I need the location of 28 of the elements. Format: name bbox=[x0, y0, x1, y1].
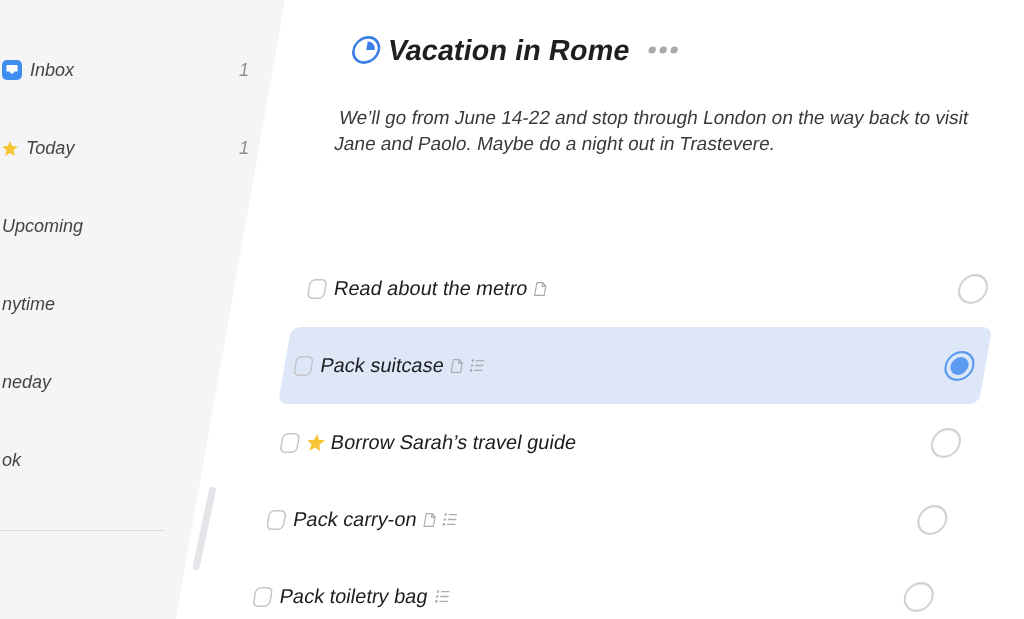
sidebar-item[interactable]: neday bbox=[2, 371, 52, 393]
select-circle[interactable] bbox=[928, 427, 964, 458]
project-title: Vacation in Rome bbox=[385, 33, 633, 67]
task-title: Pack suitcase bbox=[318, 354, 446, 377]
item-count: 1 bbox=[239, 59, 249, 81]
more-icon[interactable] bbox=[647, 46, 679, 54]
sidebar-item[interactable]: nytime bbox=[2, 293, 55, 315]
star-icon bbox=[2, 140, 18, 156]
task-title: Borrow Sarah’s travel guide bbox=[328, 431, 579, 454]
checkbox[interactable] bbox=[252, 586, 274, 607]
checkbox[interactable] bbox=[279, 432, 301, 453]
checkbox[interactable] bbox=[265, 509, 288, 530]
sidebar-item[interactable]: ok bbox=[2, 449, 21, 471]
item-count: 1 bbox=[239, 137, 249, 159]
sidebar-item[interactable]: Today bbox=[2, 137, 75, 159]
project-notes: We’ll go from June 14-22 and stop through London on the way back to visit Jane and Paolo. Maybe do a night out in Trastevere. bbox=[332, 106, 972, 156]
select-circle[interactable] bbox=[955, 273, 991, 304]
sidebar-item[interactable]: Inbox bbox=[2, 59, 75, 81]
checkbox[interactable] bbox=[306, 278, 328, 299]
scroll-thumb[interactable] bbox=[192, 487, 216, 570]
checkbox[interactable] bbox=[292, 355, 315, 376]
task-title: Read about the metro bbox=[332, 277, 530, 300]
task-title: Pack carry-on bbox=[291, 508, 419, 531]
select-circle[interactable] bbox=[941, 350, 978, 381]
task-title: Pack toiletry bag bbox=[277, 585, 430, 608]
task-row[interactable]: Pack suitcase bbox=[277, 327, 993, 404]
sidebar-item[interactable]: Upcoming bbox=[2, 215, 84, 237]
select-circle[interactable] bbox=[901, 581, 937, 612]
